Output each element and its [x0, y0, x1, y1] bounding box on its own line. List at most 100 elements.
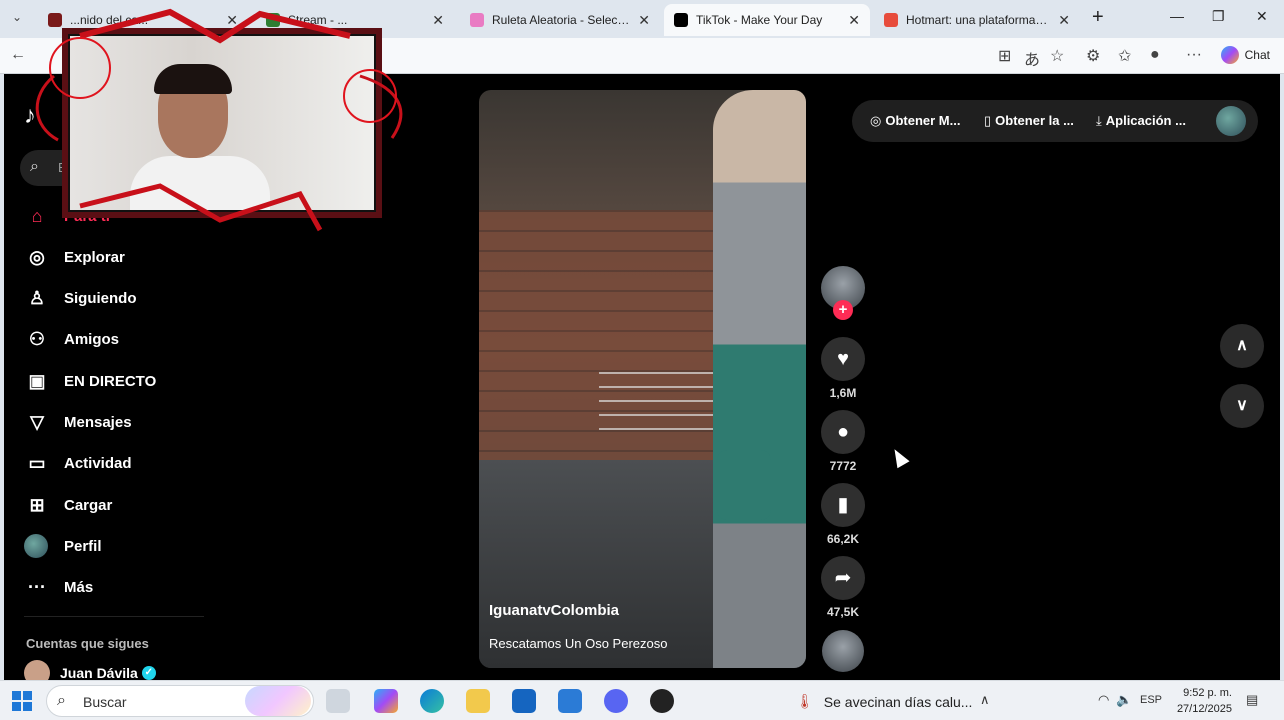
sidebar-item-label: Perfil	[64, 537, 102, 555]
tab-title: TikTok - Make Your Day	[696, 13, 823, 27]
video-player[interactable]: IguanatvColombia Rescatamos Un Oso Perez…	[479, 90, 806, 668]
profile-avatar[interactable]	[1216, 106, 1246, 136]
weather-text: Se avecinan días calu...	[823, 693, 973, 710]
tab-favicon-icon	[470, 13, 484, 27]
browser-tab[interactable]: Ruleta Aleatoria - Selector Pers ✕	[460, 4, 660, 36]
clock-time: 9:52 p. m.	[1183, 687, 1232, 699]
apps-icon[interactable]: ⊞	[998, 46, 1011, 66]
comment-count: 7772	[829, 459, 857, 473]
tab-close-icon[interactable]: ✕	[432, 12, 444, 29]
file-explorer-icon[interactable]	[466, 689, 490, 713]
share-icon: ➦	[834, 567, 852, 589]
sidebar-item-label: Cargar	[64, 496, 113, 514]
share-count: 47,5K	[826, 605, 860, 619]
video-author[interactable]: IguanatvColombia	[489, 602, 619, 619]
video-scene-glove	[717, 450, 771, 520]
tab-favicon-icon	[674, 13, 688, 27]
share-button[interactable]: ➦	[821, 556, 865, 600]
store-icon[interactable]	[558, 689, 582, 713]
new-tab-button[interactable]: +	[1092, 6, 1104, 29]
tray-chevron-icon[interactable]: ∧	[980, 692, 990, 708]
top-action-bar: ◎ Obtener M... ▯ Obtener la ... ⤓ Aplicació…	[852, 100, 1258, 142]
desktop-app-button[interactable]: ⤓ Aplicación ...	[1096, 100, 1186, 142]
extensions-icon[interactable]: ⚙	[1086, 46, 1100, 66]
outlook-icon[interactable]	[512, 689, 536, 713]
save-button[interactable]: ▮	[821, 483, 865, 527]
following-title: Cuentas que sigues	[26, 636, 149, 651]
more-options-icon[interactable]: ···	[1186, 46, 1202, 64]
obs-icon[interactable]	[650, 689, 674, 713]
sidebar-item[interactable]: ⚇ Amigos	[24, 326, 119, 354]
search-icon: ⌕	[57, 692, 66, 709]
network-icon[interactable]: ◠	[1098, 692, 1109, 708]
send-icon: ▽	[30, 412, 44, 432]
translate-icon[interactable]: あ	[1024, 46, 1040, 70]
browser-tab[interactable]: TikTok - Make Your Day ✕	[664, 4, 870, 36]
favorite-star-icon[interactable]: ☆	[1050, 46, 1064, 66]
close-window-button[interactable]: ✕	[1256, 8, 1268, 25]
sidebar-item-label: Más	[64, 579, 94, 597]
weather-icon: 🌡	[796, 693, 814, 709]
webcam-overlay	[20, 6, 410, 236]
sidebar-item[interactable]: ▭ Actividad	[24, 450, 132, 478]
sidebar-item[interactable]: ◎ Explorar	[24, 243, 125, 271]
follow-plus-icon[interactable]: +	[833, 300, 853, 320]
volume-icon[interactable]: 🔈	[1116, 692, 1132, 708]
weather-widget[interactable]: 🌡 Se avecinan días calu...	[796, 693, 972, 710]
language-indicator[interactable]: ESP	[1140, 694, 1162, 706]
sound-avatar[interactable]	[822, 630, 864, 672]
sidebar-item-label: Actividad	[64, 455, 132, 473]
clock[interactable]: 9:52 p. m. 27/12/2025	[1172, 685, 1232, 717]
more-icon: ···	[28, 577, 46, 598]
sidebar-item[interactable]: ⊞ Cargar	[24, 491, 112, 519]
previous-video-button[interactable]: ∧	[1220, 324, 1264, 368]
get-app-button[interactable]: ▯ Obtener la ...	[984, 100, 1074, 142]
discord-icon[interactable]	[604, 689, 628, 713]
comment-button[interactable]: ●	[821, 410, 865, 454]
sidebar-item-label: Mensajes	[64, 414, 132, 431]
download-icon: ⤓	[1096, 113, 1102, 128]
sidebar-item[interactable]: ··· Más	[24, 574, 93, 602]
friends-icon: ⚇	[28, 329, 46, 350]
user-follow-icon: ♙	[28, 288, 46, 309]
tab-close-icon[interactable]: ✕	[848, 12, 860, 29]
search-highlight-image	[245, 686, 311, 716]
tab-title: Ruleta Aleatoria - Selector Pers	[492, 13, 631, 27]
video-scene-wall	[479, 210, 719, 470]
desktop-app-label: Aplicación ...	[1105, 113, 1186, 128]
heart-icon: ♥	[837, 348, 849, 370]
sidebar-item[interactable]: ♙ Siguiendo	[24, 285, 137, 313]
following-user[interactable]: Juan Dávila ✓	[24, 660, 156, 680]
minimize-button[interactable]: —	[1170, 8, 1184, 24]
tab-close-icon[interactable]: ✕	[638, 12, 650, 29]
favorites-icon[interactable]: ✩	[1118, 46, 1131, 66]
maximize-button[interactable]: ❐	[1212, 8, 1225, 25]
get-coins-label: Obtener M...	[885, 113, 961, 128]
webcam-decoration	[35, 8, 403, 232]
save-count: 66,2K	[826, 532, 860, 546]
sidebar-divider	[24, 616, 204, 617]
edge-icon[interactable]	[420, 689, 444, 713]
profile-icon[interactable]: ●	[1150, 46, 1160, 64]
browser-tab[interactable]: Hotmart: una plataforma digita ✕	[874, 4, 1080, 36]
sidebar-item-label: Amigos	[64, 331, 120, 349]
copilot-taskbar-icon[interactable]	[374, 689, 398, 713]
phone-icon: ▯	[984, 113, 992, 128]
tab-close-icon[interactable]: ✕	[1058, 12, 1070, 29]
verified-icon: ✓	[141, 666, 156, 680]
sidebar-item[interactable]: ▽ Mensajes	[24, 409, 132, 437]
following-avatar	[24, 660, 50, 680]
next-video-button[interactable]: ∨	[1220, 384, 1264, 428]
sidebar-item[interactable]: Perfil	[24, 532, 102, 560]
clock-date: 27/12/2025	[1176, 703, 1232, 715]
get-coins-button[interactable]: ◎ Obtener M...	[870, 100, 960, 142]
activity-icon: ▭	[28, 453, 46, 474]
task-view-icon[interactable]	[326, 689, 350, 713]
notifications-icon[interactable]: ▤	[1246, 692, 1258, 708]
like-button[interactable]: ♥	[821, 337, 865, 381]
copilot-chat-button[interactable]: Chat	[1220, 46, 1270, 64]
sidebar-item[interactable]: ▣ EN DIRECTO	[24, 367, 156, 395]
taskbar-search[interactable]: ⌕ Buscar	[46, 685, 314, 717]
comment-icon: ●	[836, 421, 850, 443]
start-button[interactable]	[12, 691, 32, 711]
